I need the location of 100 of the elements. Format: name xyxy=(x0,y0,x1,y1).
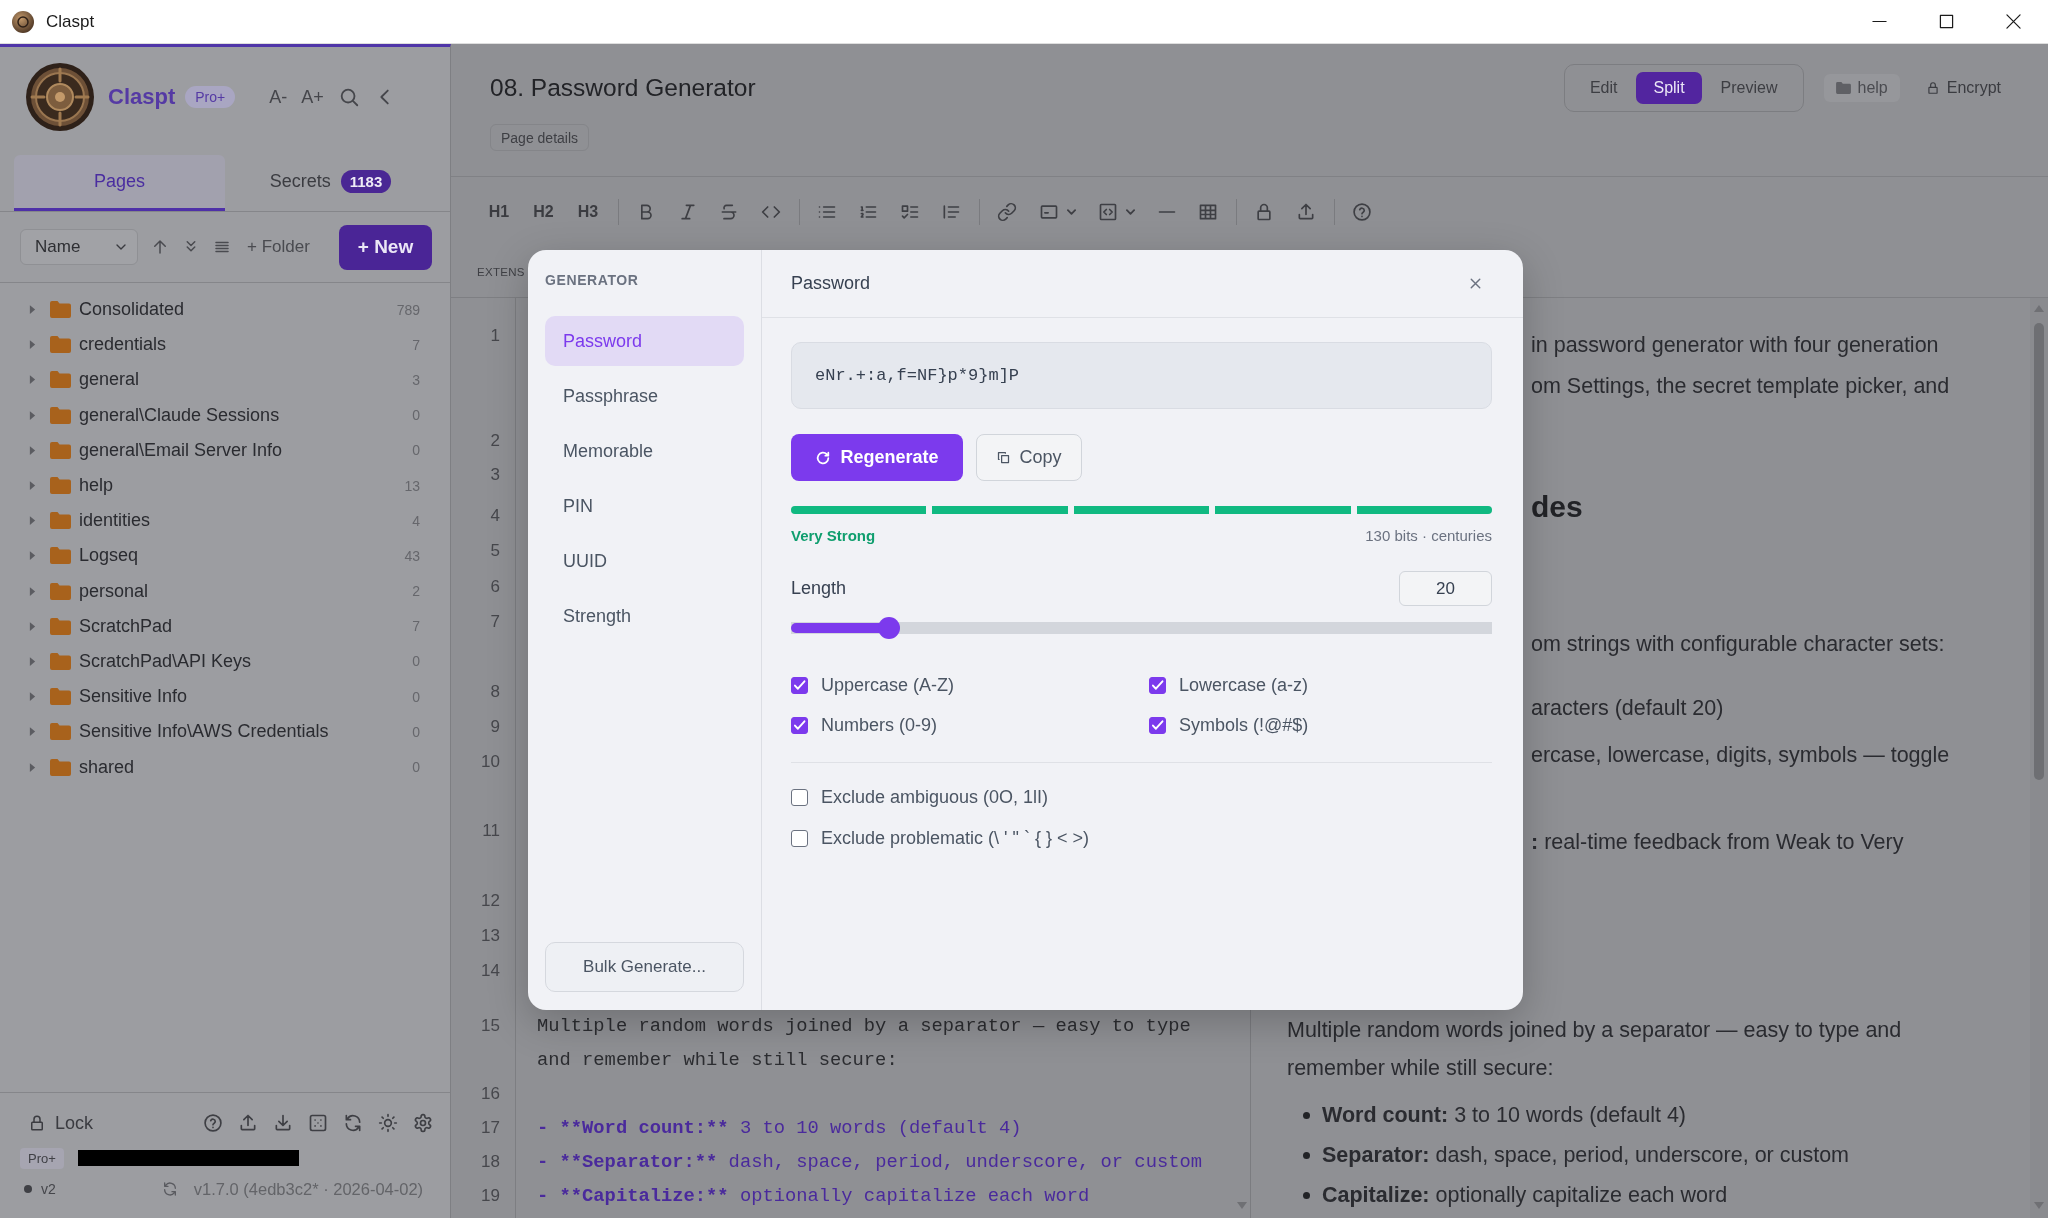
heading-button[interactable]: H3 xyxy=(576,203,600,221)
expand-caret-icon[interactable] xyxy=(29,727,36,737)
generator-mode-tab[interactable]: PIN xyxy=(545,481,744,531)
sidebar-tab[interactable]: Pages xyxy=(14,155,225,211)
expand-caret-icon[interactable] xyxy=(29,410,36,420)
folder-name[interactable]: Logseq xyxy=(79,545,139,567)
maximize-icon[interactable] xyxy=(1939,14,1954,29)
checkbox-label[interactable]: Lowercase (a-z) xyxy=(1179,674,1309,696)
folder-name[interactable]: personal xyxy=(79,580,149,602)
list-item-text: Capitalize: optionally capitalize each word xyxy=(1322,1182,1728,1208)
checkbox-label[interactable]: Symbols (!@#$) xyxy=(1179,714,1309,736)
folder-name[interactable]: ScratchPad xyxy=(79,615,173,637)
folder-name[interactable]: general\Claude Sessions xyxy=(79,404,280,426)
font-size-button[interactable]: A+ xyxy=(301,86,324,108)
expand-caret-icon[interactable] xyxy=(29,481,36,491)
close-icon[interactable] xyxy=(2006,14,2021,29)
sort-dropdown[interactable]: Name xyxy=(20,229,138,265)
generator-mode-tab[interactable]: Password xyxy=(545,316,744,366)
folder-name[interactable]: ScratchPad\API Keys xyxy=(79,650,252,672)
expand-caret-icon[interactable] xyxy=(29,656,36,666)
folder-name[interactable]: general xyxy=(79,369,140,391)
checkbox[interactable] xyxy=(791,788,808,806)
scrollbar-thumb[interactable] xyxy=(2034,323,2044,780)
caret-icon[interactable] xyxy=(1067,209,1076,215)
expand-caret-icon[interactable] xyxy=(29,551,36,561)
quote-icon[interactable] xyxy=(941,202,961,222)
folder-name[interactable]: Sensitive Info xyxy=(79,686,188,708)
sidebar-tab[interactable]: Secrets 1183 xyxy=(225,155,436,211)
page-details-button[interactable]: Page details xyxy=(490,124,590,151)
copy-button[interactable]: Copy xyxy=(976,434,1082,481)
folder-icon xyxy=(50,301,71,319)
generator-mode-tab[interactable]: Passphrase xyxy=(545,371,744,421)
checkbox[interactable] xyxy=(1149,676,1166,694)
slider-thumb[interactable] xyxy=(878,617,901,639)
preview-text: om strings with configurable character sets: xyxy=(1531,631,1945,658)
strength-label: Very Strong xyxy=(791,527,876,545)
help-icon[interactable] xyxy=(1351,202,1372,222)
encrypt-button[interactable]: Encrypt xyxy=(1925,74,2001,102)
code-block-icon[interactable] xyxy=(1097,202,1118,222)
download-icon[interactable] xyxy=(273,1113,293,1133)
generator-mode-tab[interactable]: UUID xyxy=(545,536,744,586)
expand-caret-icon[interactable] xyxy=(29,516,36,526)
help-icon[interactable] xyxy=(203,1113,223,1133)
folder-name[interactable]: credentials xyxy=(79,334,167,356)
image-icon[interactable] xyxy=(1038,202,1059,222)
folder-name[interactable]: shared xyxy=(79,756,135,778)
view-mode-tab[interactable]: Preview xyxy=(1703,72,1795,104)
new-page-button[interactable]: + New xyxy=(339,224,432,270)
folder-name[interactable]: help xyxy=(79,475,114,497)
preview-text: ercase, lowercase, digits, symbols — toggle xyxy=(1531,742,1950,769)
checkbox-label[interactable]: Numbers (0-9) xyxy=(821,714,938,736)
upload-icon[interactable] xyxy=(238,1113,258,1133)
folder-name[interactable]: identities xyxy=(79,510,151,532)
heading-button[interactable]: H2 xyxy=(531,203,556,221)
settings-icon[interactable] xyxy=(413,1113,433,1133)
expand-caret-icon[interactable] xyxy=(29,305,36,315)
expand-caret-icon[interactable] xyxy=(29,621,36,631)
sync-icon[interactable] xyxy=(161,1181,178,1197)
length-input[interactable]: 20 xyxy=(1399,571,1492,606)
sun-icon[interactable] xyxy=(378,1113,398,1133)
caret-icon[interactable] xyxy=(1126,209,1135,215)
expand-caret-icon[interactable] xyxy=(29,692,36,702)
font-size-button[interactable]: A- xyxy=(269,86,288,108)
heading-button[interactable]: H1 xyxy=(487,203,511,221)
checkbox[interactable] xyxy=(791,829,808,847)
link-icon[interactable] xyxy=(997,202,1017,222)
expand-caret-icon[interactable] xyxy=(29,445,36,455)
checkbox-label[interactable]: Uppercase (A-Z) xyxy=(821,674,955,696)
expand-caret-icon[interactable] xyxy=(29,762,36,772)
arrow-up-icon[interactable] xyxy=(151,238,169,256)
sync-icon[interactable] xyxy=(343,1113,363,1133)
checkbox-label[interactable]: Exclude problematic (\ ' " ` { } < >) xyxy=(821,827,1089,849)
generator-mode-tab[interactable]: Strength xyxy=(545,591,744,641)
strikethrough-icon[interactable] xyxy=(719,202,739,222)
checkbox[interactable] xyxy=(791,716,808,734)
expand-caret-icon[interactable] xyxy=(29,375,36,385)
regenerate-button[interactable]: Regenerate xyxy=(791,434,963,481)
checkbox-label[interactable]: Exclude ambiguous (0O, 1lI) xyxy=(821,786,1049,808)
bulk-generate-button[interactable]: Bulk Generate... xyxy=(545,942,744,992)
folder-name[interactable]: Consolidated xyxy=(79,299,185,321)
table-icon[interactable] xyxy=(1198,202,1218,222)
expand-caret-icon[interactable] xyxy=(29,340,36,350)
plan-badge: Pro+ xyxy=(185,86,236,108)
folder-chip[interactable]: help xyxy=(1823,74,1900,102)
folder-name[interactable]: general\Email Server Info xyxy=(79,439,283,461)
password-output-field[interactable]: eNr.+:a,f=NF}p*9}m]P xyxy=(791,342,1492,409)
checkbox[interactable] xyxy=(791,676,808,694)
generator-mode-tab[interactable]: Memorable xyxy=(545,426,744,476)
vault-label: v2 xyxy=(41,1181,56,1197)
folder-name[interactable]: Sensitive Info\AWS Credentials xyxy=(79,721,329,743)
preview-text: : real-time feedback from Weak to Very xyxy=(1531,829,1904,856)
view-mode-tab[interactable]: Split xyxy=(1636,72,1702,104)
lock-icon[interactable] xyxy=(1254,202,1274,222)
lock-button[interactable]: Lock xyxy=(28,1112,94,1134)
view-mode-tab[interactable]: Edit xyxy=(1572,72,1635,104)
checkbox[interactable] xyxy=(1149,716,1166,734)
dice-icon[interactable] xyxy=(308,1113,328,1133)
expand-caret-icon[interactable] xyxy=(29,586,36,596)
new-folder-button[interactable]: + Folder xyxy=(247,237,310,257)
checklist-icon[interactable] xyxy=(899,202,920,222)
